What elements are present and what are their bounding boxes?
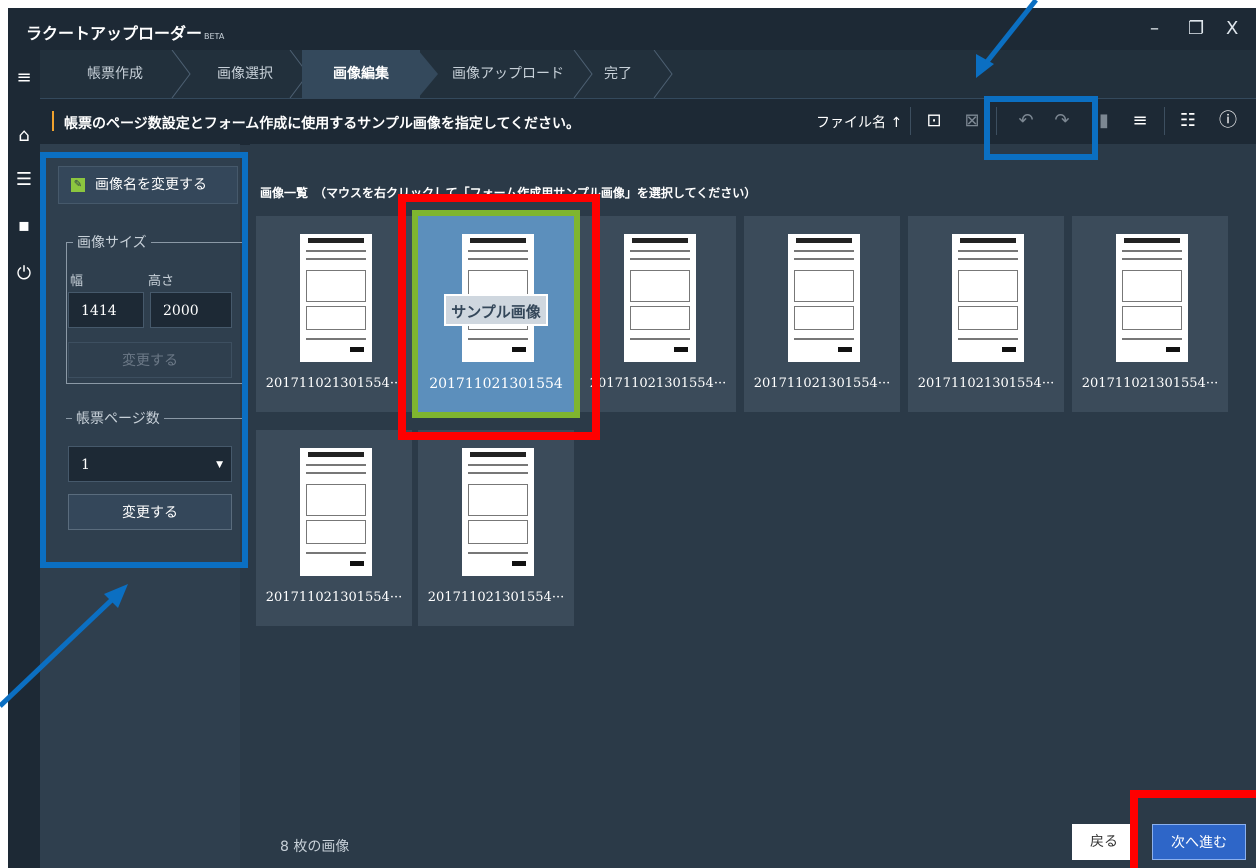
- image-name-editing[interactable]: 201711021301554: [418, 376, 574, 392]
- minimize-button[interactable]: –: [1150, 18, 1159, 39]
- image-name: 201711021301554···: [589, 376, 727, 391]
- width-label: 幅: [70, 274, 84, 289]
- rotate-left-icon[interactable]: ↶: [1014, 109, 1038, 133]
- image-name: 201711021301554···: [265, 376, 403, 391]
- image-tile[interactable]: 201711021301554···: [908, 216, 1064, 412]
- image-list-title: 画像一覧 （マウスを右クリックして「フォーム作成用サンプル画像」を選択してくださ…: [260, 186, 757, 200]
- image-name: 201711021301554···: [753, 376, 891, 391]
- app-title: ラクートアップローダー BETA: [26, 20, 224, 44]
- width-input[interactable]: 1414: [68, 292, 144, 328]
- toolbar-divider: [910, 107, 911, 135]
- image-tile[interactable]: 201711021301554···: [1072, 216, 1228, 412]
- change-pages-button[interactable]: 変更する: [68, 494, 232, 530]
- title-bar: ラクートアップローダー BETA – ❐ X: [8, 8, 1256, 50]
- app-title-text: ラクートアップローダー: [26, 24, 203, 43]
- image-tile-selected[interactable]: サンプル画像 201711021301554: [412, 210, 580, 418]
- page-count-group: 帳票ページ数: [66, 408, 246, 565]
- height-label: 高さ: [148, 274, 175, 289]
- sort-label: ファイル名: [816, 115, 886, 131]
- image-list-area: 画像一覧 （マウスを右クリックして「フォーム作成用サンプル画像」を選択してくださ…: [250, 144, 1256, 868]
- step-bar: 帳票作成 画像選択 画像編集 画像アップロード 完了: [40, 50, 1256, 98]
- add-file-icon[interactable]: ▪: [14, 216, 34, 236]
- image-size-legend: 画像サイズ: [77, 235, 147, 251]
- image-tile[interactable]: 201711021301554···: [256, 216, 412, 412]
- image-tile[interactable]: 201711021301554···: [744, 216, 900, 412]
- image-name: 201711021301554···: [427, 590, 565, 605]
- arrow-up-icon: ↑: [890, 115, 903, 131]
- image-thumbnail: [1116, 234, 1188, 362]
- page-count-value: 1: [81, 457, 90, 473]
- app-window: ラクートアップローダー BETA – ❐ X ≡ ⌂ ☰ ▪ ⏻ 帳票作成 画像選…: [8, 8, 1256, 868]
- list-view-icon[interactable]: ☷: [1176, 109, 1200, 133]
- image-thumbnail: [624, 234, 696, 362]
- page-count-legend: 帳票ページ数: [76, 411, 160, 427]
- toolbar-divider: [1164, 107, 1165, 135]
- image-name: 201711021301554···: [1081, 376, 1219, 391]
- change-size-button[interactable]: 変更する: [68, 342, 232, 378]
- left-nav-rail: ≡ ⌂ ☰ ▪ ⏻: [8, 50, 40, 868]
- step-2[interactable]: 画像選択: [190, 50, 300, 98]
- maximize-button[interactable]: ❐: [1188, 18, 1204, 39]
- step-separator-icon: [653, 50, 673, 98]
- info-icon[interactable]: ⓘ: [1216, 109, 1240, 133]
- step-3-active[interactable]: 画像編集: [302, 50, 420, 98]
- step-1[interactable]: 帳票作成: [60, 50, 170, 98]
- back-button[interactable]: 戻る: [1072, 824, 1136, 860]
- deselect-icon[interactable]: ⊠: [960, 109, 984, 133]
- toolbar: 帳票のページ数設定とフォーム作成に使用するサンプル画像を指定してください。 ファ…: [40, 98, 1256, 145]
- image-thumbnail: [462, 448, 534, 576]
- select-all-icon[interactable]: ⊡: [922, 109, 946, 133]
- image-count: 8 枚の画像: [280, 839, 350, 855]
- list-icon[interactable]: ☰: [14, 170, 34, 190]
- step-4[interactable]: 画像アップロード: [438, 50, 578, 98]
- step-5[interactable]: 完了: [588, 50, 648, 98]
- rename-image-button[interactable]: ✎ 画像名を変更する: [58, 166, 238, 204]
- image-name: 201711021301554···: [265, 590, 403, 605]
- image-thumbnail: [300, 448, 372, 576]
- instruction-text: 帳票のページ数設定とフォーム作成に使用するサンプル画像を指定してください。: [64, 116, 581, 132]
- left-settings-panel: ✎ 画像名を変更する 画像サイズ 幅 高さ 1414 2000 変更する 帳票ペー…: [40, 144, 248, 868]
- page-count-select[interactable]: 1 ▼: [68, 446, 232, 482]
- image-thumbnail: [788, 234, 860, 362]
- hamburger-menu-icon[interactable]: ≡: [14, 68, 34, 88]
- rotate-right-icon[interactable]: ↷: [1050, 109, 1074, 133]
- instruction-accent: [52, 111, 54, 131]
- image-tile[interactable]: 201711021301554···: [418, 430, 574, 626]
- sample-image-badge: サンプル画像: [444, 294, 548, 326]
- clear-list-icon[interactable]: ≡: [1128, 109, 1152, 133]
- image-tile[interactable]: 201711021301554···: [256, 430, 412, 626]
- trash-icon[interactable]: ▮: [1092, 109, 1116, 133]
- close-button[interactable]: X: [1226, 18, 1238, 39]
- edit-icon: ✎: [71, 178, 85, 192]
- home-icon[interactable]: ⌂: [14, 126, 34, 146]
- image-thumbnail: [300, 234, 372, 362]
- rename-label: 画像名を変更する: [95, 177, 207, 193]
- sort-by-filename-button[interactable]: ファイル名 ↑: [816, 112, 902, 132]
- toolbar-divider: [996, 107, 997, 135]
- next-button[interactable]: 次へ進む: [1152, 824, 1246, 860]
- image-thumbnail: [952, 234, 1024, 362]
- beta-label: BETA: [204, 32, 225, 41]
- image-name: 201711021301554···: [917, 376, 1055, 391]
- chevron-down-icon: ▼: [216, 460, 223, 470]
- height-input[interactable]: 2000: [150, 292, 232, 328]
- image-tile[interactable]: 201711021301554···: [580, 216, 736, 412]
- power-icon[interactable]: ⏻: [14, 264, 34, 284]
